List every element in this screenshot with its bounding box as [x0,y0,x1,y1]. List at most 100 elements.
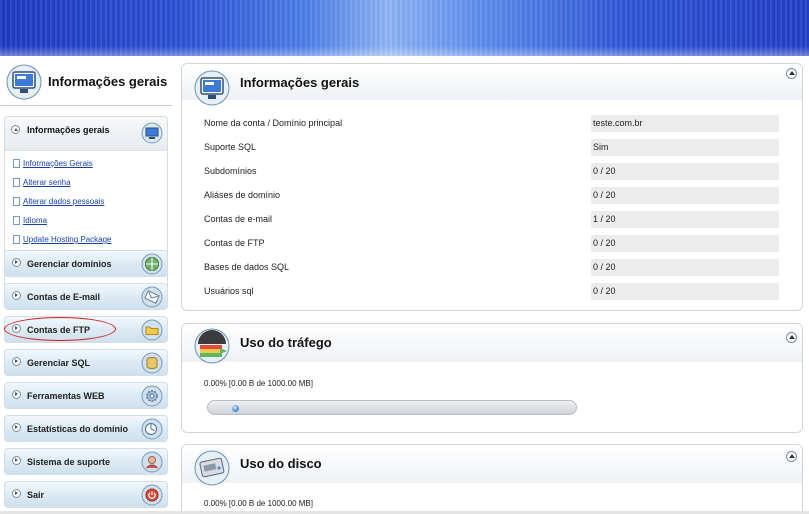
info-value: 0 / 20 [591,163,779,180]
panel-traffic-usage: Uso do tráfego 0.00% [0.00 B de 1000.00 … [181,323,803,433]
panel-disk-usage-title: Uso do disco [240,456,322,471]
database-icon [141,352,163,374]
sidebar-item-label: Sistema de suporte [27,457,111,467]
sidebar-item-logout[interactable]: Sair [4,481,168,508]
monitor-icon [141,122,163,144]
info-value: 1 / 20 [591,211,779,228]
info-label: Contas de e-mail [204,214,273,224]
sidebar-item-label: Ferramentas WEB [27,391,105,401]
collapse-icon[interactable] [786,451,797,462]
collapse-icon[interactable] [786,332,797,343]
power-icon [141,484,163,506]
info-row: Nome da conta / Domínio principal teste.… [204,115,779,133]
expand-bullet-icon [12,456,21,465]
link-update-hosting-package-label: Update Hosting Package [23,235,112,244]
info-label: Contas de FTP [204,238,265,248]
statistics-icon [141,418,163,440]
top-banner [0,0,809,56]
expand-bullet-icon [12,357,21,366]
link-change-password-label: Alterar senha [23,178,71,187]
link-language-label: Idioma [23,216,48,225]
sidebar: Informações gerais Informações gerais In… [0,60,172,514]
email-icon [141,286,163,308]
expand-bullet-icon [12,489,21,498]
document-icon [13,178,20,188]
info-row: Suporte SQL Sim [204,139,779,157]
info-row: Contas de FTP 0 / 20 [204,235,779,253]
info-label: Aliáses de domínio [204,190,281,200]
info-label: Subdomínios [204,166,257,176]
document-icon [13,235,20,245]
expand-bullet-icon [12,423,21,432]
link-change-personal-data[interactable]: Alterar dados pessoais [13,197,105,207]
sidebar-item-sql[interactable]: Gerenciar SQL [4,349,168,376]
info-value: Sim [591,139,779,156]
hard-disk-icon [194,450,230,486]
panel-disk-usage-header: Uso do disco [182,445,802,486]
sidebar-item-email-accounts[interactable]: Contas de E-mail [4,283,168,310]
tools-icon [141,385,163,407]
disk-usage-text: 0.00% [0.00 B de 1000.00 MB] [204,499,313,508]
info-value: 0 / 20 [591,235,779,252]
info-label: Nome da conta / Domínio principal [204,118,343,128]
info-label: Bases de dados SQL [204,262,290,272]
sidebar-item-ftp-accounts[interactable]: Contas de FTP [4,316,168,343]
sidebar-item-label: Estatísticas do domínio [27,424,129,434]
monitor-icon [194,70,230,106]
link-change-password[interactable]: Alterar senha [13,178,71,188]
sidebar-item-label: Contas de E-mail [27,292,101,302]
globe-icon [141,253,163,275]
sidebar-item-domains[interactable]: Gerenciar domínios [4,250,168,277]
link-general-info-label: Informações Gerais [23,159,93,168]
sidebar-item-label: Gerenciar domínios [27,259,112,269]
info-row: Usuários sql 0 / 20 [204,283,779,301]
traffic-usage-text: 0.00% [0.00 B de 1000.00 MB] [204,379,313,388]
banner-shade [0,46,809,56]
sidebar-item-support-system[interactable]: Sistema de suporte [4,448,168,475]
info-value: teste.com.br [591,115,779,132]
info-value: 0 / 20 [591,187,779,204]
document-icon [13,159,20,169]
sidebar-item-domain-statistics[interactable]: Estatísticas do domínio [4,415,168,442]
document-icon [13,216,20,226]
info-label: Usuários sql [204,286,254,296]
expand-bullet-icon [12,258,21,267]
panel-traffic-usage-title: Uso do tráfego [240,335,332,350]
sidebar-item-label: Contas de FTP [27,325,91,335]
expand-bullet-icon [12,390,21,399]
monitor-icon [6,64,42,100]
panel-general-info-title: Informações gerais [240,75,360,90]
sidebar-item-label: Gerenciar SQL [27,358,91,368]
expand-bullet-icon [12,324,21,333]
link-update-hosting-package[interactable]: Update Hosting Package [13,235,112,245]
info-row: Bases de dados SQL 0 / 20 [204,259,779,277]
traffic-progress-indicator [232,405,239,412]
collapse-bullet-icon [11,125,20,134]
link-general-info[interactable]: Informações Gerais [13,159,93,169]
link-change-personal-data-label: Alterar dados pessoais [23,197,105,206]
support-icon [141,451,163,473]
info-label: Suporte SQL [204,142,257,152]
sidebar-item-label: Sair [27,490,45,500]
panel-disk-usage: Uso do disco 0.00% [0.00 B de 1000.00 MB… [181,444,803,514]
info-row: Aliáses de domínio 0 / 20 [204,187,779,205]
traffic-chart-icon [194,328,230,364]
document-icon [13,197,20,207]
section-general-info-header[interactable]: Informações gerais [5,117,167,151]
expand-bullet-icon [12,291,21,300]
info-value: 0 / 20 [591,259,779,276]
sidebar-header: Informações gerais [0,60,172,106]
info-row: Subdomínios 0 / 20 [204,163,779,181]
link-language[interactable]: Idioma [13,216,48,226]
folder-icon [141,319,163,341]
traffic-progress-bar [207,400,577,415]
sidebar-item-web-tools[interactable]: Ferramentas WEB [4,382,168,409]
section-general-info-label: Informações gerais [27,125,110,135]
info-row: Contas de e-mail 1 / 20 [204,211,779,229]
sidebar-title: Informações gerais [48,74,168,89]
panel-general-info: Informações gerais Nome da conta / Domín… [181,63,803,311]
panel-traffic-usage-header: Uso do tráfego [182,324,802,364]
info-value: 0 / 20 [591,283,779,300]
panel-general-info-header: Informações gerais [182,64,802,106]
collapse-icon[interactable] [786,68,797,79]
